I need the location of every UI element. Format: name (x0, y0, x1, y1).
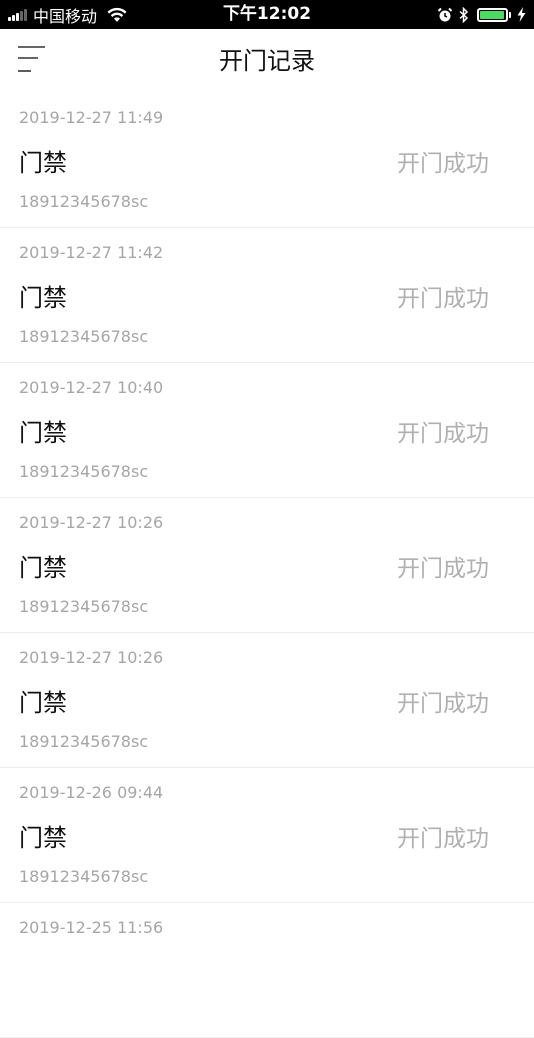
record-user: 18912345678sc (19, 867, 149, 886)
record-row[interactable]: 2019-12-27 10:26 门禁 开门成功 18912345678sc (0, 498, 534, 633)
status-right (431, 0, 526, 29)
battery-fill (480, 10, 504, 19)
record-status: 开门成功 (397, 556, 489, 582)
record-name: 门禁 (19, 689, 67, 717)
record-time: 2019-12-26 09:44 (19, 783, 164, 802)
record-time: 2019-12-27 10:40 (19, 378, 164, 397)
record-status: 开门成功 (397, 151, 489, 177)
page-title: 开门记录 (219, 47, 315, 75)
record-time: 2019-12-25 11:56 (19, 918, 164, 937)
record-status: 开门成功 (397, 286, 489, 312)
record-row[interactable]: 2019-12-26 09:44 门禁 开门成功 18912345678sc (0, 768, 534, 903)
record-status: 开门成功 (397, 421, 489, 447)
record-time: 2019-12-27 11:49 (19, 108, 164, 127)
record-name: 门禁 (19, 149, 67, 177)
record-row[interactable]: 2019-12-27 11:42 门禁 开门成功 18912345678sc (0, 228, 534, 363)
record-row[interactable]: 2019-12-27 10:40 门禁 开门成功 18912345678sc (0, 363, 534, 498)
record-row[interactable]: 2019-12-27 11:49 门禁 开门成功 18912345678sc (0, 93, 534, 228)
battery-tip (509, 11, 511, 18)
status-bar: 中国移动 下午12:02 (0, 0, 534, 29)
record-time: 2019-12-27 10:26 (19, 513, 164, 532)
alarm-icon (437, 7, 453, 21)
record-user: 18912345678sc (19, 327, 149, 346)
record-name: 门禁 (19, 824, 67, 852)
record-user: 18912345678sc (19, 597, 149, 616)
record-row[interactable]: 2019-12-27 10:26 门禁 开门成功 18912345678sc (0, 633, 534, 768)
record-row[interactable]: 2019-12-25 11:56 (0, 903, 534, 1038)
record-list[interactable]: 2019-12-27 11:49 门禁 开门成功 18912345678sc 2019-… (0, 93, 534, 1038)
bluetooth-icon (459, 6, 469, 23)
battery-icon (477, 7, 508, 22)
record-status: 开门成功 (397, 691, 489, 717)
charging-icon (517, 7, 526, 22)
nav-bar: 开门记录 (0, 29, 534, 93)
record-time: 2019-12-27 10:26 (19, 648, 164, 667)
record-user: 18912345678sc (19, 732, 149, 751)
record-name: 门禁 (19, 284, 67, 312)
record-name: 门禁 (19, 554, 67, 582)
record-time: 2019-12-27 11:42 (19, 243, 164, 262)
record-status: 开门成功 (397, 826, 489, 852)
record-user: 18912345678sc (19, 462, 149, 481)
record-user: 18912345678sc (19, 192, 149, 211)
record-name: 门禁 (19, 419, 67, 447)
